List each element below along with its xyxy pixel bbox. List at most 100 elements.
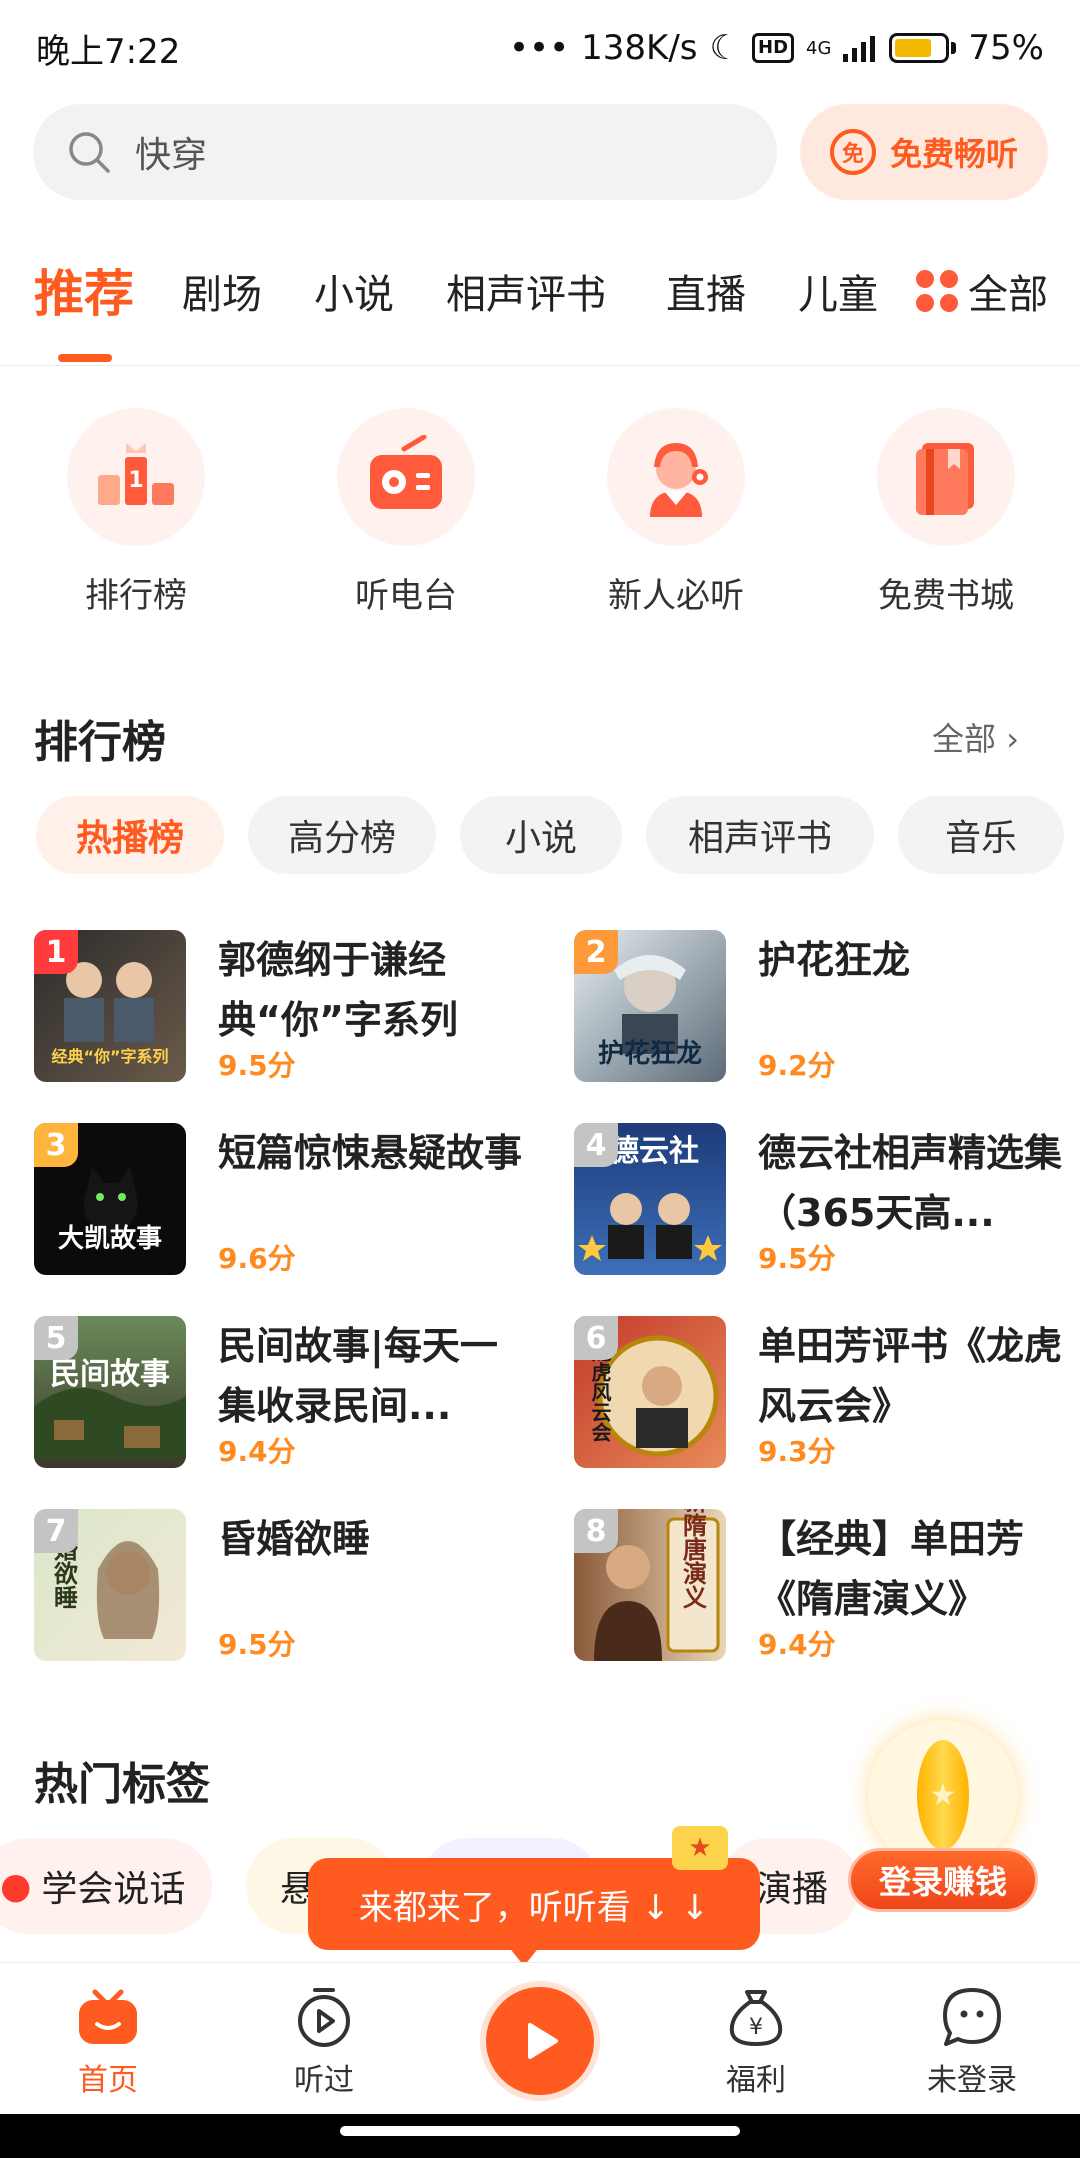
ranking-more-link[interactable]: 全部 › — [932, 714, 1019, 760]
gesture-bar — [0, 2114, 1080, 2158]
hd-badge: HD — [752, 33, 795, 63]
chip-music[interactable]: 音乐 — [898, 796, 1064, 874]
quick-entry-bookstore[interactable]: 免费书城 — [876, 408, 1016, 617]
quick-entry-label: 排行榜 — [85, 576, 187, 616]
login-earn-button[interactable]: 登录赚钱 — [848, 1848, 1038, 1912]
cover-text: 民间故事 — [50, 1357, 170, 1392]
tab-theater[interactable]: 剧场 — [182, 262, 262, 320]
ranking-more-label: 全部 — [932, 720, 997, 758]
active-tab-indicator — [58, 354, 112, 362]
rank-badge: 8 — [574, 1509, 618, 1553]
money-bag-icon: ¥ — [729, 1990, 783, 2046]
item-title: 单田芳评书《龙虎风云会》 — [758, 1324, 1063, 1428]
coin-icon: ★ — [917, 1740, 969, 1850]
status-icons: ••• 138K/s ☾ HD 4G 75% — [509, 28, 1044, 68]
play-icon — [528, 2023, 558, 2059]
bottom-nav: 首页 听过 ¥ 福利 未登录 — [0, 1962, 1080, 2114]
item-score: 9.5分 — [218, 1628, 296, 1661]
network-speed: 138K/s — [581, 28, 698, 68]
quick-entry-newcomer[interactable]: 新人必听 — [606, 408, 746, 617]
free-badge-icon: 免 — [829, 129, 876, 175]
tag-label: 演播 — [756, 1869, 829, 1910]
item-score: 9.5分 — [758, 1242, 836, 1275]
search-bar[interactable]: 快穿 — [33, 104, 777, 200]
hot-tags-title: 热门标签 — [34, 1759, 210, 1810]
tab-all[interactable]: 全部 — [916, 262, 1048, 320]
rank-badge: 3 — [34, 1123, 78, 1167]
ranking-item[interactable]: 经典“你”字系列 1 郭德纲于谦经典“你”字系列 9.5分 — [34, 930, 534, 1084]
stopwatch-play-icon — [298, 1988, 350, 2047]
star-badge-icon: ★ — [672, 1826, 728, 1870]
flame-icon: ● — [0, 1865, 32, 1907]
search-icon — [69, 132, 110, 173]
nav-history[interactable]: 听过 — [254, 1985, 394, 2099]
trophy-podium-icon: 1 — [98, 443, 174, 505]
chat-face-icon — [943, 1988, 1001, 2046]
chip-novel[interactable]: 小说 — [460, 796, 622, 874]
dots-icon: ••• — [508, 28, 570, 68]
cover-text: 护花狂龙 — [598, 1039, 702, 1069]
nav-profile[interactable]: 未登录 — [902, 1985, 1042, 2099]
status-time: 晚上7:22 — [36, 31, 181, 72]
ranking-item[interactable]: 民间故事 5 民间故事|每天一集收录民间... 9.4分 — [34, 1316, 534, 1470]
rank-badge: 7 — [34, 1509, 78, 1553]
rank-badge: 4 — [574, 1123, 618, 1167]
quick-entry-ranking[interactable]: 1 排行榜 — [66, 408, 206, 617]
ranking-item[interactable]: 昏婚欲睡 7 昏婚欲睡 9.5分 — [34, 1509, 534, 1663]
toast-text: 来都来了，听听看 ↓ ↓ — [358, 1887, 710, 1928]
ranking-item[interactable]: 龙虎风云会 6 单田芳评书《龙虎风云会》 9.3分 — [574, 1316, 1074, 1470]
tag-item[interactable]: ● 学会说话 — [0, 1838, 212, 1934]
nav-label: 首页 — [78, 2063, 138, 2098]
nav-welfare[interactable]: ¥ 福利 — [686, 1985, 826, 2099]
search-placeholder: 快穿 — [135, 135, 208, 176]
chip-hot[interactable]: 热播榜 — [36, 796, 224, 874]
signal-icon — [843, 36, 876, 62]
tab-novel[interactable]: 小说 — [314, 262, 394, 320]
signal-label: 4G — [806, 37, 832, 59]
svg-text:1: 1 — [128, 468, 143, 493]
headset-person-icon — [650, 443, 708, 517]
cover-text: 新隋唐演义 — [679, 1509, 708, 1609]
category-tabs: 推荐 剧场 小说 相声评书 直播 儿童 全部 — [0, 250, 1080, 366]
item-title: 【经典】单田芳《隋唐演义》 — [758, 1517, 1025, 1621]
item-score: 9.4分 — [218, 1435, 296, 1468]
battery-percent: 75% — [968, 28, 1044, 68]
nav-label: 听过 — [294, 2063, 354, 2098]
item-title: 郭德纲于谦经典“你”字系列 — [218, 938, 458, 1042]
ranking-item[interactable]: 护花狂龙 2 护花狂龙 9.2分 — [574, 930, 1074, 1084]
play-button[interactable] — [486, 1987, 594, 2095]
item-title: 昏婚欲睡 — [218, 1517, 371, 1561]
moon-icon: ☾ — [709, 28, 740, 68]
free-listen-label: 免费畅听 — [889, 135, 1018, 173]
radio-icon — [370, 435, 442, 509]
tab-all-label: 全部 — [968, 272, 1048, 318]
item-score: 9.2分 — [758, 1049, 836, 1082]
tab-live[interactable]: 直播 — [666, 262, 746, 320]
quick-entry-label: 听电台 — [355, 576, 457, 616]
ranking-item[interactable]: 德云社 4 德云社相声精选集（365天高... 9.5分 — [574, 1123, 1074, 1277]
rank-badge: 6 — [574, 1316, 618, 1360]
chip-high-score[interactable]: 高分榜 — [248, 796, 436, 874]
cover-text: 经典“你”字系列 — [51, 1047, 168, 1066]
ranking-item[interactable]: 新隋唐演义 8 【经典】单田芳《隋唐演义》 9.4分 — [574, 1509, 1074, 1663]
nav-label: 福利 — [726, 2063, 786, 2098]
free-listen-button[interactable]: 免 免费畅听 — [800, 104, 1048, 200]
rank-badge: 1 — [34, 930, 78, 974]
tab-kids[interactable]: 儿童 — [798, 262, 878, 320]
rank-badge: 2 — [574, 930, 618, 974]
cover-text: 德云社 — [609, 1134, 699, 1169]
nav-home[interactable]: 首页 — [38, 1985, 178, 2099]
rank-badge: 5 — [34, 1316, 78, 1360]
quick-entry-radio[interactable]: 听电台 — [336, 408, 476, 617]
tab-crosstalk[interactable]: 相声评书 — [446, 262, 606, 320]
chip-crosstalk[interactable]: 相声评书 — [646, 796, 874, 874]
quick-entry-label: 免费书城 — [878, 576, 1014, 616]
listen-toast[interactable]: 来都来了，听听看 ↓ ↓ — [308, 1858, 760, 1950]
ranking-item[interactable]: 大凯故事 3 短篇惊悚悬疑故事 9.6分 — [34, 1123, 534, 1277]
tab-recommend[interactable]: 推荐 — [34, 254, 134, 326]
item-score: 9.3分 — [758, 1435, 836, 1468]
item-title: 德云社相声精选集（365天高... — [758, 1131, 1063, 1235]
item-score: 9.4分 — [758, 1628, 836, 1661]
tag-label: 学会说话 — [41, 1869, 186, 1910]
grid-dots-icon — [916, 270, 958, 312]
